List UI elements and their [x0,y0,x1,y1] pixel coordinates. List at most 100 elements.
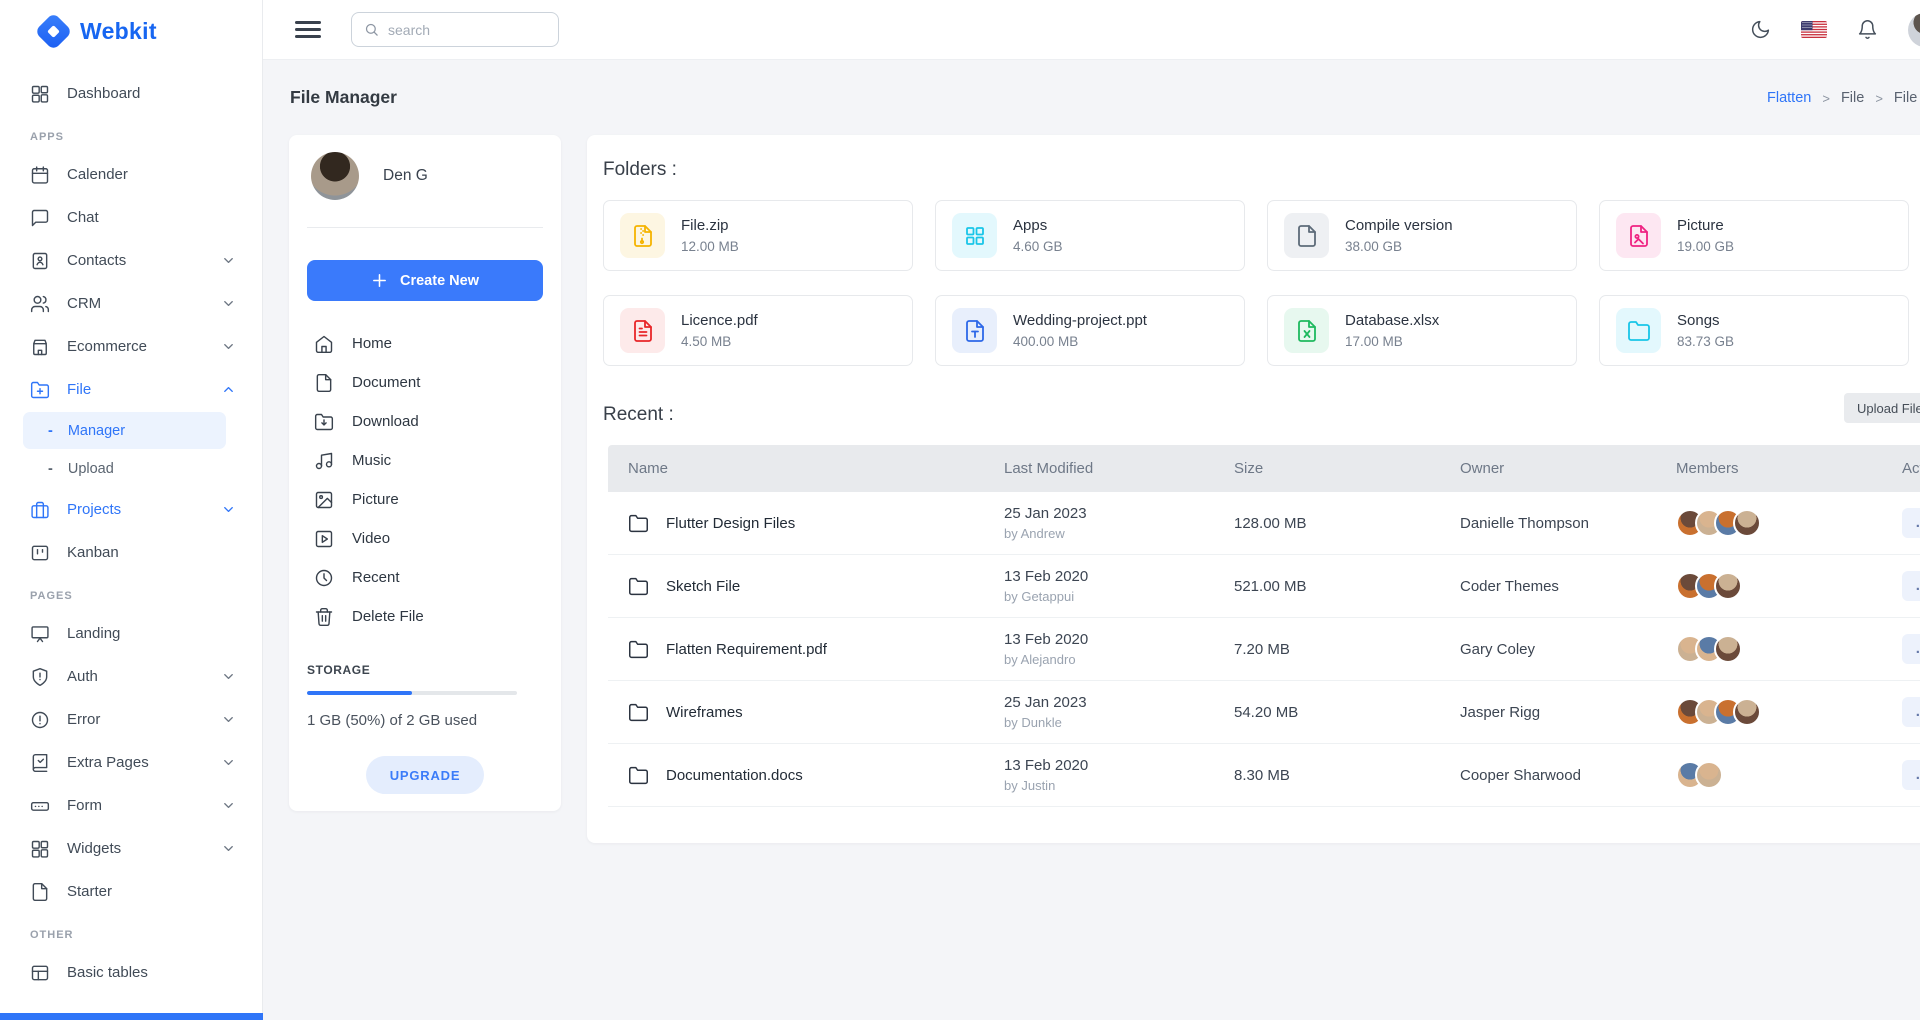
folder-card-file-zip[interactable]: File.zip12.00 MB [603,200,913,271]
folder-card-songs[interactable]: Songs83.73 GB [1599,295,1909,366]
plus-icon [371,272,388,289]
profile-card: Den G Create New Home Document DownloadMus… [289,135,561,811]
menu-toggle-icon[interactable] [295,21,321,38]
breadcrumb-item-flatten[interactable]: Flatten [1767,90,1811,106]
owner-cell: Coder Themes [1460,578,1676,595]
table-row-flatten-requirement-pdf[interactable]: Flatten Requirement.pdf13 Feb 2020by Ale… [608,618,1920,681]
dark-mode-moon-icon[interactable] [1750,19,1771,40]
sidebar-item-auth[interactable]: Auth [0,655,262,698]
folder-card-wedding-project-ppt[interactable]: Wedding-project.ppt400.00 MB [935,295,1245,366]
search-input[interactable] [388,22,546,38]
member-avatar [1733,698,1761,726]
member-avatar [1733,509,1761,537]
folder-card-picture[interactable]: Picture19.00 GB [1599,200,1909,271]
sidebar-item-error[interactable]: Error [0,698,262,741]
profile-menu-item-home[interactable]: Home [307,324,543,363]
folder-card-size: 4.60 GB [1013,239,1063,254]
column-header-members: Members [1676,460,1902,477]
sidebar-item-ecommerce[interactable]: Ecommerce [0,325,262,368]
sidebar-subitem-label: Upload [68,461,114,477]
sidebar-item-label: Dashboard [67,85,140,102]
us-flag-icon [1801,21,1827,38]
sidebar: Webkit DashboardAPPSCalenderChatContacts… [0,0,263,1020]
row-actions-button[interactable]: ... [1902,634,1920,664]
sidebar-bottom-accent [0,1013,263,1020]
table-row-wireframes[interactable]: Wireframes25 Jan 2023by Dunkle54.20 MBJa… [608,681,1920,744]
auth-icon [30,667,50,687]
profile-menu-item-picture[interactable]: Picture [307,480,543,519]
folder-card-apps[interactable]: Apps4.60 GB [935,200,1245,271]
sidebar-item-file[interactable]: File [0,368,262,411]
profile-user-name: Den G [383,167,428,185]
sidebar-item-label: Extra Pages [67,754,149,771]
row-actions-button[interactable]: ... [1902,697,1920,727]
profile-menu-item-download[interactable]: Download [307,402,543,441]
sidebar-item-crm[interactable]: CRM [0,282,262,325]
folder-card-licence-pdf[interactable]: Licence.pdf4.50 MB [603,295,913,366]
topbar-actions [1750,13,1920,47]
sidebar-item-contacts[interactable]: Contacts [0,239,262,282]
sidebar-item-basic-tables[interactable]: Basic tables [0,951,262,994]
sidebar-subitem-manager[interactable]: -Manager [23,412,226,449]
sidebar-item-extra-pages[interactable]: Extra Pages [0,741,262,784]
language-flag-icon[interactable] [1801,21,1827,38]
breadcrumb-item-file-manager[interactable]: File Manager [1894,90,1920,106]
ppt-file-icon [952,308,997,353]
folder-card-compile-version[interactable]: Compile version38.00 GB [1267,200,1577,271]
profile-menu-item-music[interactable]: Music [307,441,543,480]
brand[interactable]: Webkit [0,0,262,62]
folder-card-text: Compile version38.00 GB [1345,217,1453,254]
folder-icon [628,765,649,786]
upgrade-button[interactable]: UPGRADE [366,756,484,794]
folder-card-database-xlsx[interactable]: Database.xlsx17.00 MB [1267,295,1577,366]
breadcrumb-item-file[interactable]: File [1841,90,1864,106]
table-row-documentation-docs[interactable]: Documentation.docs13 Feb 2020by Justin8.… [608,744,1920,807]
size-cell: 54.20 MB [1234,704,1460,721]
sidebar-item-chat[interactable]: Chat [0,196,262,239]
file-name: Documentation.docs [666,767,803,784]
notifications-bell-icon[interactable] [1857,19,1878,40]
upload-file-button[interactable]: Upload File [1844,393,1920,423]
sidebar-item-calender[interactable]: Calender [0,153,262,196]
sidebar-subitem-label: Manager [68,423,125,439]
sidebar-item-form[interactable]: Form [0,784,262,827]
members-cell [1676,698,1902,726]
table-row-sketch-file[interactable]: Sketch File13 Feb 2020by Getappui521.00 … [608,555,1920,618]
sidebar-item-starter[interactable]: Starter [0,870,262,913]
row-actions-button[interactable]: ... [1902,760,1920,790]
modified-by: by Getappui [1004,589,1234,604]
sidebar-item-label: Landing [67,625,120,642]
table-row-flutter-design-files[interactable]: Flutter Design Files25 Jan 2023by Andrew… [608,492,1920,555]
row-actions-button[interactable]: ... [1902,571,1920,601]
size-cell: 7.20 MB [1234,641,1460,658]
chat-icon [30,208,50,228]
sidebar-item-dashboard[interactable]: Dashboard [0,72,262,115]
folder-card-size: 17.00 MB [1345,334,1439,349]
sidebar-item-kanban[interactable]: Kanban [0,531,262,574]
profile-menu-item-delete-file[interactable]: Delete File [307,597,543,636]
sidebar-item-landing[interactable]: Landing [0,612,262,655]
profile-menu-label: Document [352,374,420,391]
profile-menu-item-recent[interactable]: Recent [307,558,543,597]
nav-section-label: PAGES [0,574,262,612]
chevron-up-icon [221,382,236,397]
chevron-down-icon [221,841,236,856]
row-actions-button[interactable]: ... [1902,508,1920,538]
create-new-button[interactable]: Create New [307,260,543,301]
profile-user-row: Den G [307,152,543,200]
calendar-icon [30,165,50,185]
sidebar-item-widgets[interactable]: Widgets [0,827,262,870]
user-avatar[interactable] [1908,13,1920,47]
pdf-file-icon [631,319,655,343]
sidebar-item-projects[interactable]: Projects [0,488,262,531]
member-avatar [1714,635,1742,663]
profile-menu-label: Home [352,335,392,352]
profile-menu-item-document[interactable]: Document [307,363,543,402]
profile-menu-item-video[interactable]: Video [307,519,543,558]
profile-avatar [311,152,359,200]
notifications-bell-icon [1857,19,1878,40]
sidebar-subitem-upload[interactable]: -Upload [23,450,226,487]
members-cell [1676,572,1902,600]
modified-by: by Justin [1004,778,1234,793]
folder-card-size: 19.00 GB [1677,239,1734,254]
